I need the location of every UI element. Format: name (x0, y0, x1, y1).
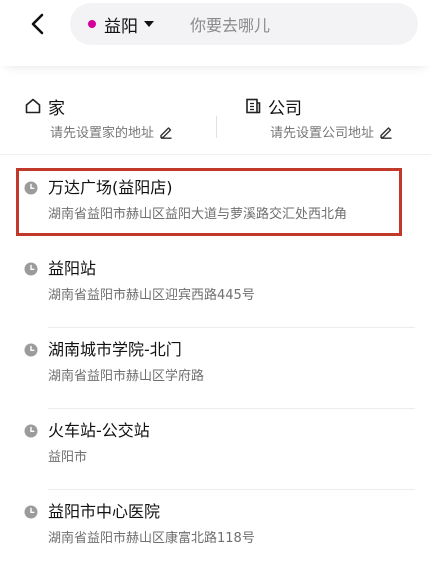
clock-icon (24, 424, 38, 438)
history-item-address: 湖南省益阳市赫山区益阳大道与萝溪路交汇处西北角 (48, 207, 348, 222)
clock-icon (24, 181, 38, 195)
work-title: 公司 (268, 98, 302, 119)
history-item-address: 湖南省益阳市赫山区迎宾西路445号 (48, 288, 255, 303)
city-selector[interactable]: 益阳 (104, 3, 154, 45)
history-item-name: 益阳市中心医院 (48, 502, 161, 521)
home-title: 家 (48, 98, 65, 119)
building-icon (246, 98, 261, 114)
top-bar: 益阳 (0, 0, 431, 66)
work-shortcut[interactable]: 公司 请先设置公司地址 (244, 94, 393, 141)
history-item[interactable]: 火车站-公交站 益阳市 (0, 409, 431, 490)
caret-down-icon (144, 21, 154, 27)
history-list: 万达广场(益阳店) 湖南省益阳市赫山区益阳大道与萝溪路交汇处西北角 益阳站 湖南… (0, 166, 431, 571)
work-subtitle: 请先设置公司地址 (270, 126, 375, 141)
destination-search-input[interactable] (188, 9, 402, 41)
home-subtitle: 请先设置家的地址 (50, 126, 155, 141)
clock-icon (24, 262, 38, 276)
history-item-address: 湖南省益阳市赫山区学府路 (48, 369, 205, 384)
history-item-name: 火车站-公交站 (48, 421, 150, 440)
house-icon (25, 98, 41, 114)
clock-icon (24, 343, 38, 357)
history-item-address: 湖南省益阳市赫山区康富北路118号 (48, 531, 255, 546)
shortcut-divider (216, 116, 217, 138)
edit-pencil-icon[interactable] (379, 125, 393, 139)
history-item[interactable]: 益阳市中心医院 湖南省益阳市赫山区康富北路118号 (0, 490, 431, 571)
history-item-name: 益阳站 (48, 259, 97, 278)
history-item[interactable]: 益阳站 湖南省益阳市赫山区迎宾西路445号 (0, 247, 431, 328)
history-item-name: 湖南城市学院-北门 (48, 340, 182, 359)
home-shortcut[interactable]: 家 请先设置家的地址 (24, 94, 173, 141)
chevron-left-icon (31, 13, 44, 35)
city-name: 益阳 (104, 16, 138, 37)
history-item-address: 益阳市 (48, 450, 88, 465)
edit-pencil-icon[interactable] (159, 125, 173, 139)
search-box: 益阳 (70, 3, 418, 45)
location-dot-icon (88, 20, 96, 28)
history-item-name: 万达广场(益阳店) (48, 178, 173, 197)
history-item[interactable]: 湖南城市学院-北门 湖南省益阳市赫山区学府路 (0, 328, 431, 409)
history-item[interactable]: 万达广场(益阳店) 湖南省益阳市赫山区益阳大道与萝溪路交汇处西北角 (0, 166, 431, 247)
section-divider (0, 154, 431, 155)
clock-icon (24, 505, 38, 519)
back-button[interactable] (22, 8, 54, 40)
